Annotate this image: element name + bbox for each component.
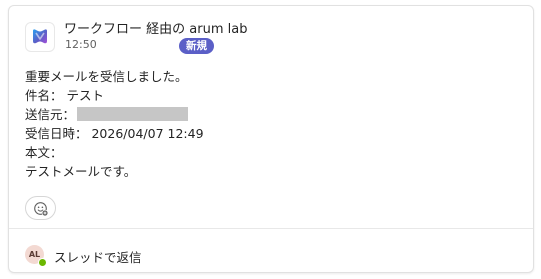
message-card: ワークフロー 経由の arum lab 12:50 新規 重要メールを受信しまし… (8, 5, 534, 273)
message-timestamp: 12:50 (65, 38, 97, 51)
body-line-content: テストメールです。 (25, 164, 137, 179)
body-line-body-label: 本文： (25, 145, 63, 160)
body-line-received: 受信日時： 2026/04/07 12:49 (25, 126, 204, 141)
workflow-app-icon (25, 22, 55, 52)
body-line: 重要メールを受信しました。 (25, 69, 188, 84)
add-reaction-button[interactable] (25, 196, 56, 220)
new-badge: 新規 (179, 38, 214, 54)
presence-available-indicator (38, 258, 47, 267)
add-reaction-icon (34, 202, 49, 217)
body-line-from: 送信元： (25, 105, 204, 124)
message-body: 重要メールを受信しました。 件名： テスト 送信元： 受信日時： 2026/04… (25, 67, 204, 181)
reply-divider (9, 228, 533, 229)
from-label: 送信元： (25, 107, 76, 122)
redacted-sender-block (77, 107, 189, 121)
body-line-subject: 件名： テスト (25, 88, 104, 103)
reply-in-thread-button[interactable]: スレッドで返信 (54, 247, 142, 266)
sender-name[interactable]: ワークフロー 経由の arum lab (64, 18, 247, 37)
